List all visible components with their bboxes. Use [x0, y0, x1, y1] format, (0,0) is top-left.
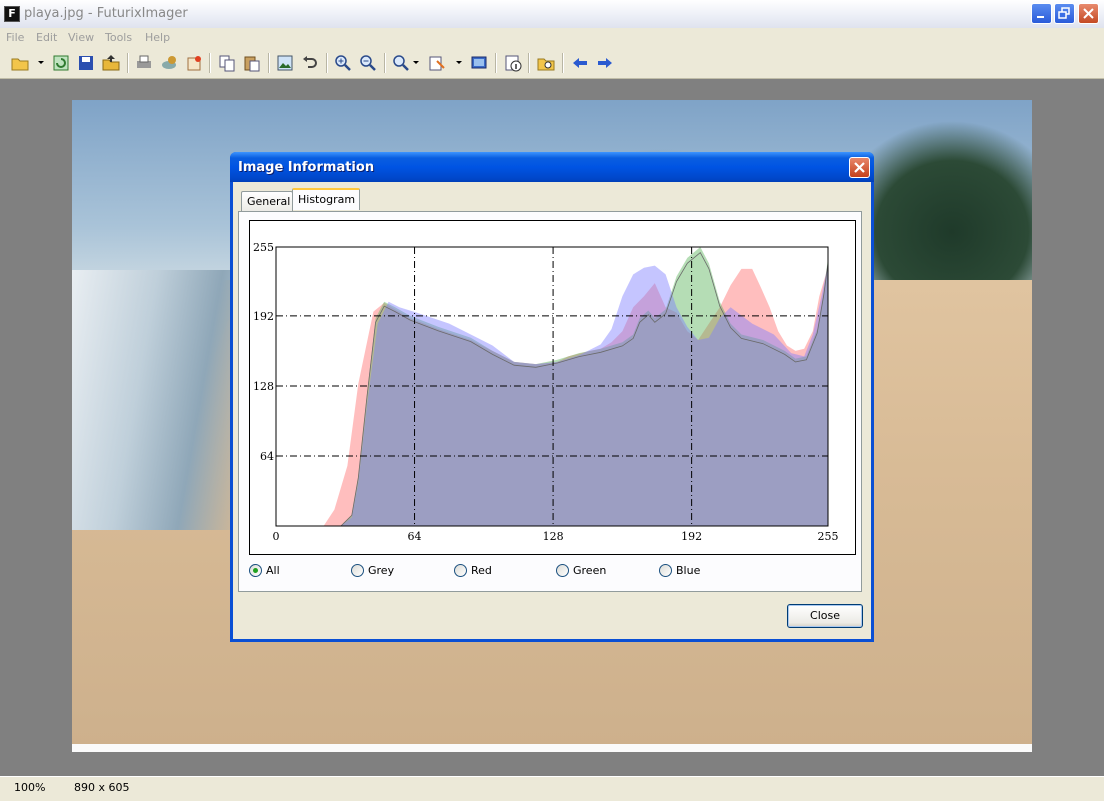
toolbar-separator [562, 53, 564, 73]
menu-view[interactable]: View [68, 31, 94, 44]
status-zoom: 100% [14, 781, 46, 794]
scan-icon[interactable] [159, 53, 179, 73]
histogram-frame: 0 64 128 192 255 255 192 128 64 [249, 220, 856, 555]
radio-blue-indicator [659, 564, 672, 577]
window-title: playa.jpg - FuturixImager [24, 6, 188, 21]
y-tick-label-3: 64 [260, 450, 274, 463]
radio-green-indicator [556, 564, 569, 577]
toolbar-separator [127, 53, 129, 73]
toolbar-separator [384, 53, 386, 73]
copy-icon[interactable] [217, 53, 237, 73]
save-icon[interactable] [76, 53, 96, 73]
histogram-panel: 0 64 128 192 255 255 192 128 64 All Grey Red Gre… [238, 211, 862, 592]
radio-red-label: Red [471, 564, 492, 577]
fullscreen-icon[interactable] [469, 53, 489, 73]
prev-arrow-icon[interactable] [570, 53, 590, 73]
radio-grey-indicator [351, 564, 364, 577]
menu-file[interactable]: File [6, 31, 24, 44]
next-arrow-icon[interactable] [595, 53, 615, 73]
tab-general[interactable]: General [241, 191, 293, 211]
toolbar-separator [209, 53, 211, 73]
undo-icon[interactable] [300, 53, 320, 73]
plugin-icon[interactable] [184, 53, 204, 73]
close-button[interactable]: Close [787, 604, 863, 628]
photo-border [72, 744, 1032, 752]
toolbar-separator [326, 53, 328, 73]
open-dropdown-icon[interactable] [38, 61, 44, 64]
toolbar-separator [528, 53, 530, 73]
x-tick-label-2: 128 [543, 530, 564, 543]
zoom-in-icon[interactable] [333, 53, 353, 73]
open-folder-icon[interactable] [101, 53, 121, 73]
radio-green-label: Green [573, 564, 607, 577]
dialog-title: Image Information [238, 160, 375, 175]
dialog-title-bar[interactable]: Image Information [230, 152, 874, 182]
toolbar [0, 48, 1104, 79]
dialog-body: General Histogram 0 64 128 192 255 255 192 128 6… [233, 182, 871, 639]
tab-histogram[interactable]: Histogram [292, 188, 360, 210]
histogram-chart: 0 64 128 192 255 255 192 128 64 [253, 241, 839, 543]
radio-blue-label: Blue [676, 564, 701, 577]
close-icon[interactable] [1078, 3, 1099, 24]
effects-icon[interactable] [427, 53, 447, 73]
radio-all-label: All [266, 564, 280, 577]
x-tick-label-1: 64 [408, 530, 422, 543]
app-icon: F [4, 6, 20, 22]
x-tick-label-4: 255 [818, 530, 839, 543]
menu-bar: File Edit View Tools Help [0, 28, 1104, 48]
title-bar: F playa.jpg - FuturixImager [0, 0, 1104, 29]
y-tick-label-0: 255 [253, 241, 274, 254]
x-tick-label-3: 192 [681, 530, 702, 543]
toolbar-separator [495, 53, 497, 73]
zoom-out-icon[interactable] [358, 53, 378, 73]
status-dimensions: 890 x 605 [74, 781, 130, 794]
paste-icon[interactable] [242, 53, 262, 73]
radio-red-indicator [454, 564, 467, 577]
menu-tools[interactable]: Tools [105, 31, 132, 44]
open-icon[interactable] [10, 53, 30, 73]
zoom-dropdown-icon[interactable] [413, 61, 419, 64]
photo-surf [72, 270, 242, 530]
x-tick-label-0: 0 [273, 530, 280, 543]
menu-help[interactable]: Help [145, 31, 170, 44]
menu-edit[interactable]: Edit [36, 31, 57, 44]
dialog-close-icon[interactable] [849, 157, 870, 178]
restore-icon[interactable] [1054, 3, 1075, 24]
reload-icon[interactable] [51, 53, 71, 73]
status-bar: 100% 890 x 605 [0, 776, 1104, 801]
print-icon[interactable] [134, 53, 154, 73]
y-tick-label-1: 192 [253, 310, 274, 323]
radio-all-indicator [249, 564, 262, 577]
image-information-dialog: Image Information General Histogram 0 64 1… [230, 152, 874, 642]
minimize-icon[interactable] [1031, 3, 1052, 24]
y-tick-label-2: 128 [253, 380, 274, 393]
info-icon[interactable] [503, 53, 523, 73]
effects-dropdown-icon[interactable] [456, 61, 462, 64]
zoom-menu-icon[interactable] [391, 53, 411, 73]
toolbar-separator [268, 53, 270, 73]
image-properties-icon[interactable] [275, 53, 295, 73]
radio-grey-label: Grey [368, 564, 395, 577]
browse-icon[interactable] [536, 53, 556, 73]
